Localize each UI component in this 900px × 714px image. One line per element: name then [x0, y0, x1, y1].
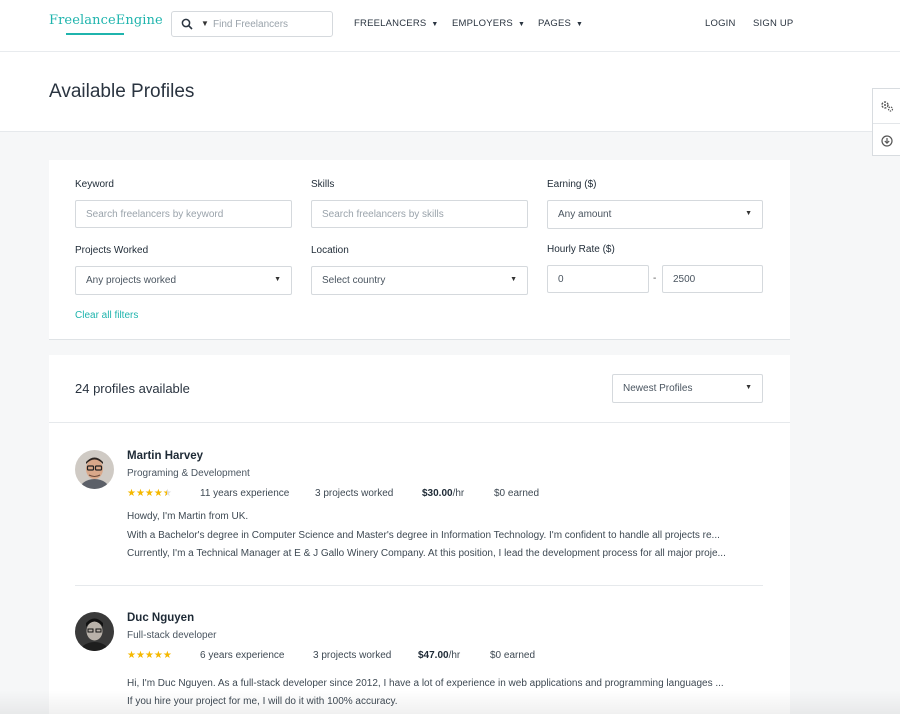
hourly-rate-min[interactable]: [547, 265, 649, 293]
location-label: Location: [311, 245, 349, 256]
avatar[interactable]: [75, 612, 114, 651]
profile-description-line: If you hire your project for me, I will …: [127, 696, 398, 707]
projects-worked: 3 projects worked: [313, 650, 392, 661]
settings-button[interactable]: [873, 89, 900, 123]
chevron-down-icon: ▼: [274, 276, 281, 283]
profile-card[interactable]: Martin Harvey Programing & Development ★…: [75, 450, 763, 570]
search-input[interactable]: [213, 16, 328, 32]
filter-panel: Keyword Skills Earning ($) Any amount ▼ …: [49, 160, 790, 340]
download-button[interactable]: [873, 123, 900, 157]
chevron-down-icon: ▼: [576, 21, 584, 28]
star-rating: ★★★★★: [127, 650, 172, 661]
top-navbar: FreelanceEngine ▼ FREELANCERS▼ EMPLOYERS…: [0, 0, 900, 52]
keyword-label: Keyword: [75, 179, 114, 190]
earned: $0 earned: [494, 488, 540, 499]
chevron-down-icon: ▼: [745, 210, 752, 217]
hourly-rate: $30.00/hr: [422, 488, 465, 499]
profile-description-line: Howdy, I'm Martin from UK.: [127, 511, 249, 522]
results-header: 24 profiles available Newest Profiles ▼: [49, 355, 790, 423]
profile-name[interactable]: Martin Harvey: [127, 450, 203, 462]
nav-pages[interactable]: PAGES ▼: [538, 18, 583, 29]
range-separator: -: [653, 273, 657, 284]
experience: 6 years experience: [200, 650, 285, 661]
projects-select[interactable]: Any projects worked ▼: [75, 266, 292, 295]
hourly-rate-max[interactable]: [662, 265, 763, 293]
keyword-input[interactable]: [75, 200, 292, 228]
earned: $0 earned: [490, 650, 536, 661]
chevron-down-icon: ▼: [510, 276, 517, 283]
search-icon[interactable]: [181, 18, 193, 30]
profile-description-line: Currently, I'm a Technical Manager at E …: [127, 548, 726, 559]
profile-title: Full-stack developer: [127, 630, 217, 641]
page-header: Available Profiles: [0, 52, 900, 132]
projects-worked: 3 projects worked: [315, 488, 394, 499]
divider: [75, 585, 763, 586]
results-panel: 24 profiles available Newest Profiles ▼ …: [49, 355, 790, 714]
logo-underline: [66, 33, 124, 35]
site-logo[interactable]: FreelanceEngine: [49, 13, 163, 28]
chevron-down-icon: ▼: [745, 384, 752, 391]
download-icon: [881, 134, 893, 147]
nav-freelancers[interactable]: FREELANCERS ▼: [354, 18, 439, 29]
page-title: Available Profiles: [49, 81, 195, 102]
chevron-down-icon[interactable]: ▼: [201, 19, 209, 28]
clear-filters-link[interactable]: Clear all filters: [75, 310, 138, 321]
hourly-rate: $47.00/hr: [418, 650, 461, 661]
profile-description-line: With a Bachelor's degree in Computer Sci…: [127, 530, 720, 541]
login-link[interactable]: LOGIN: [705, 18, 736, 29]
avatar[interactable]: [75, 450, 114, 489]
chevron-down-icon: ▼: [517, 21, 526, 28]
experience: 11 years experience: [200, 488, 290, 499]
profile-title: Programing & Development: [127, 468, 250, 479]
star-rating: ★★★★★★: [127, 488, 172, 499]
profile-card[interactable]: Duc Nguyen Full-stack developer ★★★★★ 6 …: [75, 612, 763, 712]
side-tools: [872, 88, 900, 156]
skills-label: Skills: [311, 179, 335, 190]
earning-select[interactable]: Any amount ▼: [547, 200, 763, 229]
earning-label: Earning ($): [547, 179, 597, 190]
nav-employers[interactable]: EMPLOYERS ▼: [452, 18, 525, 29]
chevron-down-icon: ▼: [431, 21, 439, 28]
settings-icon: [881, 101, 894, 112]
location-select[interactable]: Select country ▼: [311, 266, 528, 295]
skills-input[interactable]: [311, 200, 528, 228]
profile-description-line: Hi, I'm Duc Nguyen. As a full-stack deve…: [127, 678, 724, 689]
freelancer-search[interactable]: ▼: [171, 11, 333, 37]
signup-link[interactable]: SIGN UP: [753, 18, 793, 29]
profile-name[interactable]: Duc Nguyen: [127, 612, 194, 624]
hourly-rate-label: Hourly Rate ($): [547, 244, 615, 255]
projects-label: Projects Worked: [75, 245, 149, 256]
sort-select[interactable]: Newest Profiles ▼: [612, 374, 763, 403]
profile-count: 24 profiles available: [75, 381, 190, 396]
